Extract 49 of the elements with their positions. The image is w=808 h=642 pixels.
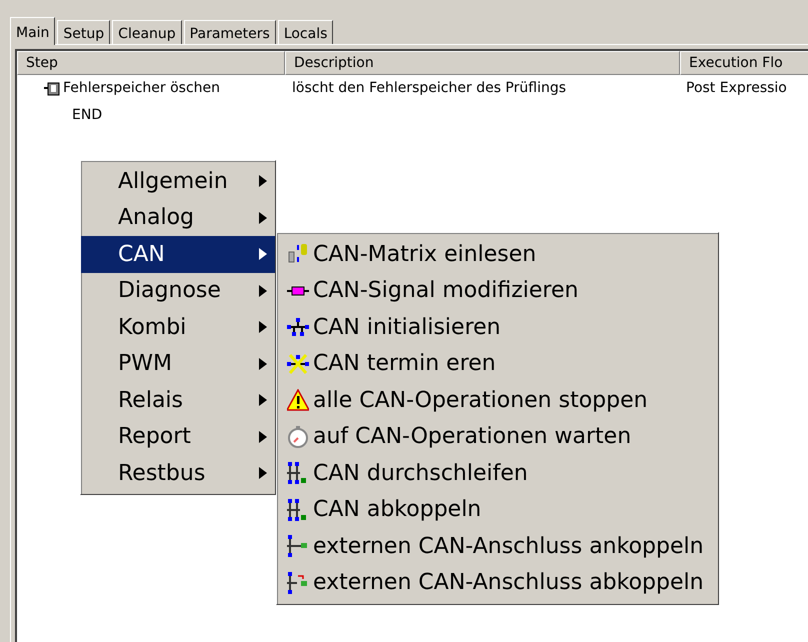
submenu-arrow-icon	[259, 467, 267, 480]
step-icon	[44, 82, 60, 96]
tab[interactable]: Parameters	[184, 20, 276, 44]
menu-item[interactable]: Restbus	[81, 455, 275, 492]
menu-item[interactable]: CAN termin eren	[279, 346, 716, 382]
column-header[interactable]: Description	[285, 51, 680, 75]
menu-item[interactable]: CAN initialisieren	[279, 309, 716, 346]
menu-item[interactable]: Allgemein	[81, 163, 275, 200]
table-cell-text: löscht den Fehlerspeicher des Prüflings	[291, 79, 568, 98]
step-name: END	[72, 106, 102, 125]
menu-item[interactable]: Relais	[81, 382, 275, 418]
tab[interactable]: Setup	[57, 20, 110, 44]
stopwatch-icon	[287, 426, 309, 448]
bus-icon	[287, 462, 309, 484]
warning-icon	[287, 389, 309, 412]
menu-item[interactable]: externen CAN-Anschluss ankoppeln	[279, 528, 716, 564]
bus-unplug-icon	[287, 572, 309, 594]
network-icon	[287, 316, 309, 338]
tab[interactable]: Locals	[278, 20, 334, 44]
bus-plug-icon	[287, 535, 309, 558]
menu-item[interactable]: CAN-Matrix einlesen	[279, 236, 716, 272]
table-cell-text: Post Expressio	[685, 79, 788, 98]
submenu-arrow-icon	[259, 248, 267, 260]
menu-item[interactable]: alle CAN-Operationen stoppen	[279, 382, 716, 418]
menu-item[interactable]: Kombi	[81, 309, 275, 346]
network-cross-icon	[287, 352, 309, 375]
menu-item[interactable]: CAN abkoppeln	[279, 492, 716, 528]
column-header[interactable]: Step	[17, 51, 285, 75]
column-header[interactable]: Execution Flo	[680, 51, 808, 75]
submenu-arrow-icon	[259, 212, 267, 224]
tab[interactable]: Main	[10, 17, 56, 45]
submenu-arrow-icon	[259, 175, 267, 188]
menu-item[interactable]: Analog	[81, 200, 275, 236]
submenu-arrow-icon	[259, 430, 267, 443]
tab[interactable]: Cleanup	[112, 20, 182, 44]
step-name: Fehlerspeicher öschen	[63, 79, 220, 98]
menu-item[interactable]: Diagnose	[81, 272, 275, 309]
bus-icon	[287, 498, 309, 521]
submenu-arrow-icon	[259, 394, 267, 406]
menu-item[interactable]: PWM	[81, 346, 275, 382]
submenu-arrow-icon	[259, 321, 267, 334]
submenu-arrow-icon	[259, 284, 267, 297]
menu-item[interactable]: CAN	[81, 236, 275, 272]
menu-item[interactable]: auf CAN-Operationen warten	[279, 418, 716, 455]
menu-item[interactable]: Report	[81, 418, 275, 455]
menu-item[interactable]: CAN durchschleifen	[279, 455, 716, 492]
menu-item[interactable]: externen CAN-Anschluss abkoppeln	[279, 564, 716, 601]
submenu-arrow-icon	[259, 358, 267, 370]
menu-item[interactable]: CAN-Signal modifizieren	[279, 272, 716, 309]
